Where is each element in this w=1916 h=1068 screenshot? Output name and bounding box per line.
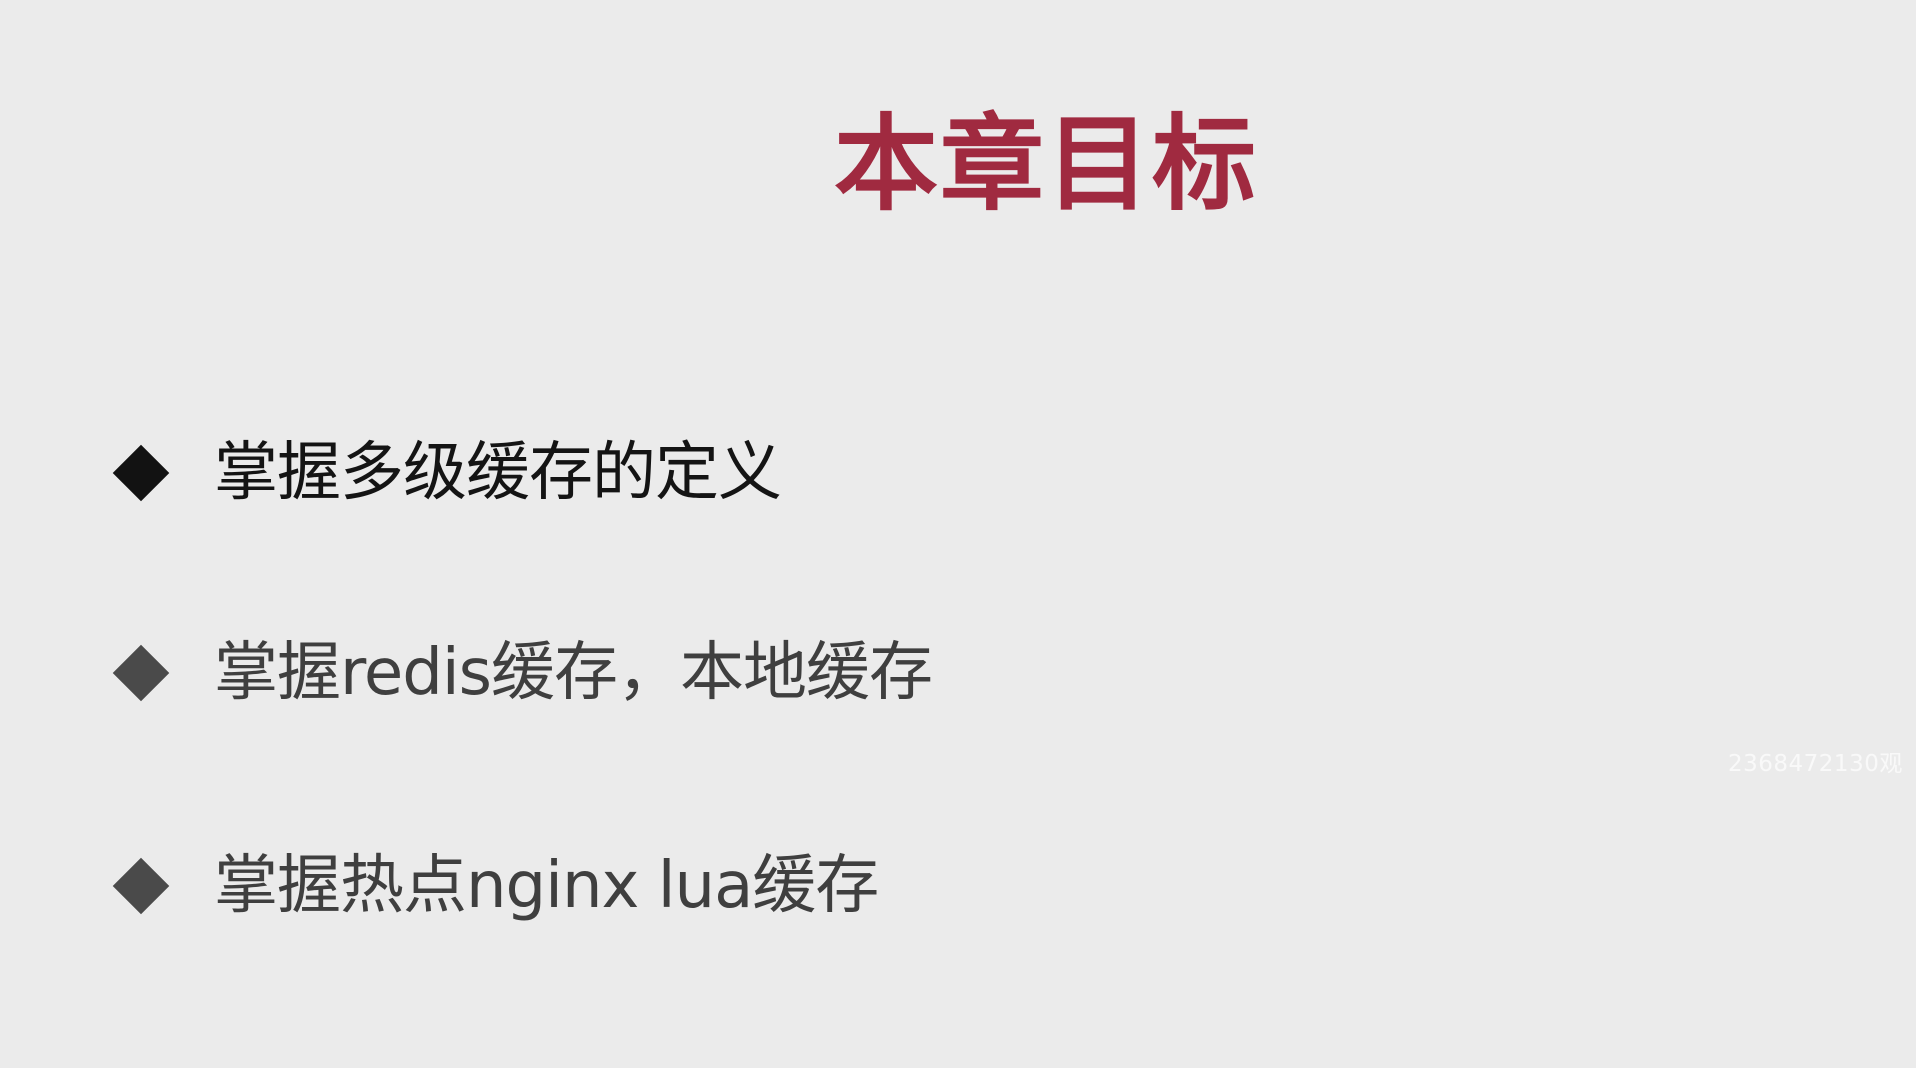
diamond-bullet-icon [112,444,170,502]
bullet-item: 掌握redis缓存，本地缓存 [112,628,933,718]
bullet-list: 掌握多级缓存的定义 掌握redis缓存，本地缓存 掌握热点nginx lua缓存 [112,0,1712,1068]
bullet-text: 掌握redis缓存，本地缓存 [214,636,933,710]
diamond-bullet-icon [112,857,170,915]
bullet-text: 掌握热点nginx lua缓存 [214,849,879,923]
diamond-bullet-icon [112,644,170,702]
bullet-item: 掌握热点nginx lua缓存 [112,841,879,931]
bullet-item: 掌握多级缓存的定义 [112,428,782,518]
bullet-text: 掌握多级缓存的定义 [214,436,782,510]
slide: 本章目标 掌握多级缓存的定义 掌握redis缓存，本地缓存 掌握热点nginx … [0,0,1916,1068]
watermark: 2368472130观 [1728,751,1903,777]
